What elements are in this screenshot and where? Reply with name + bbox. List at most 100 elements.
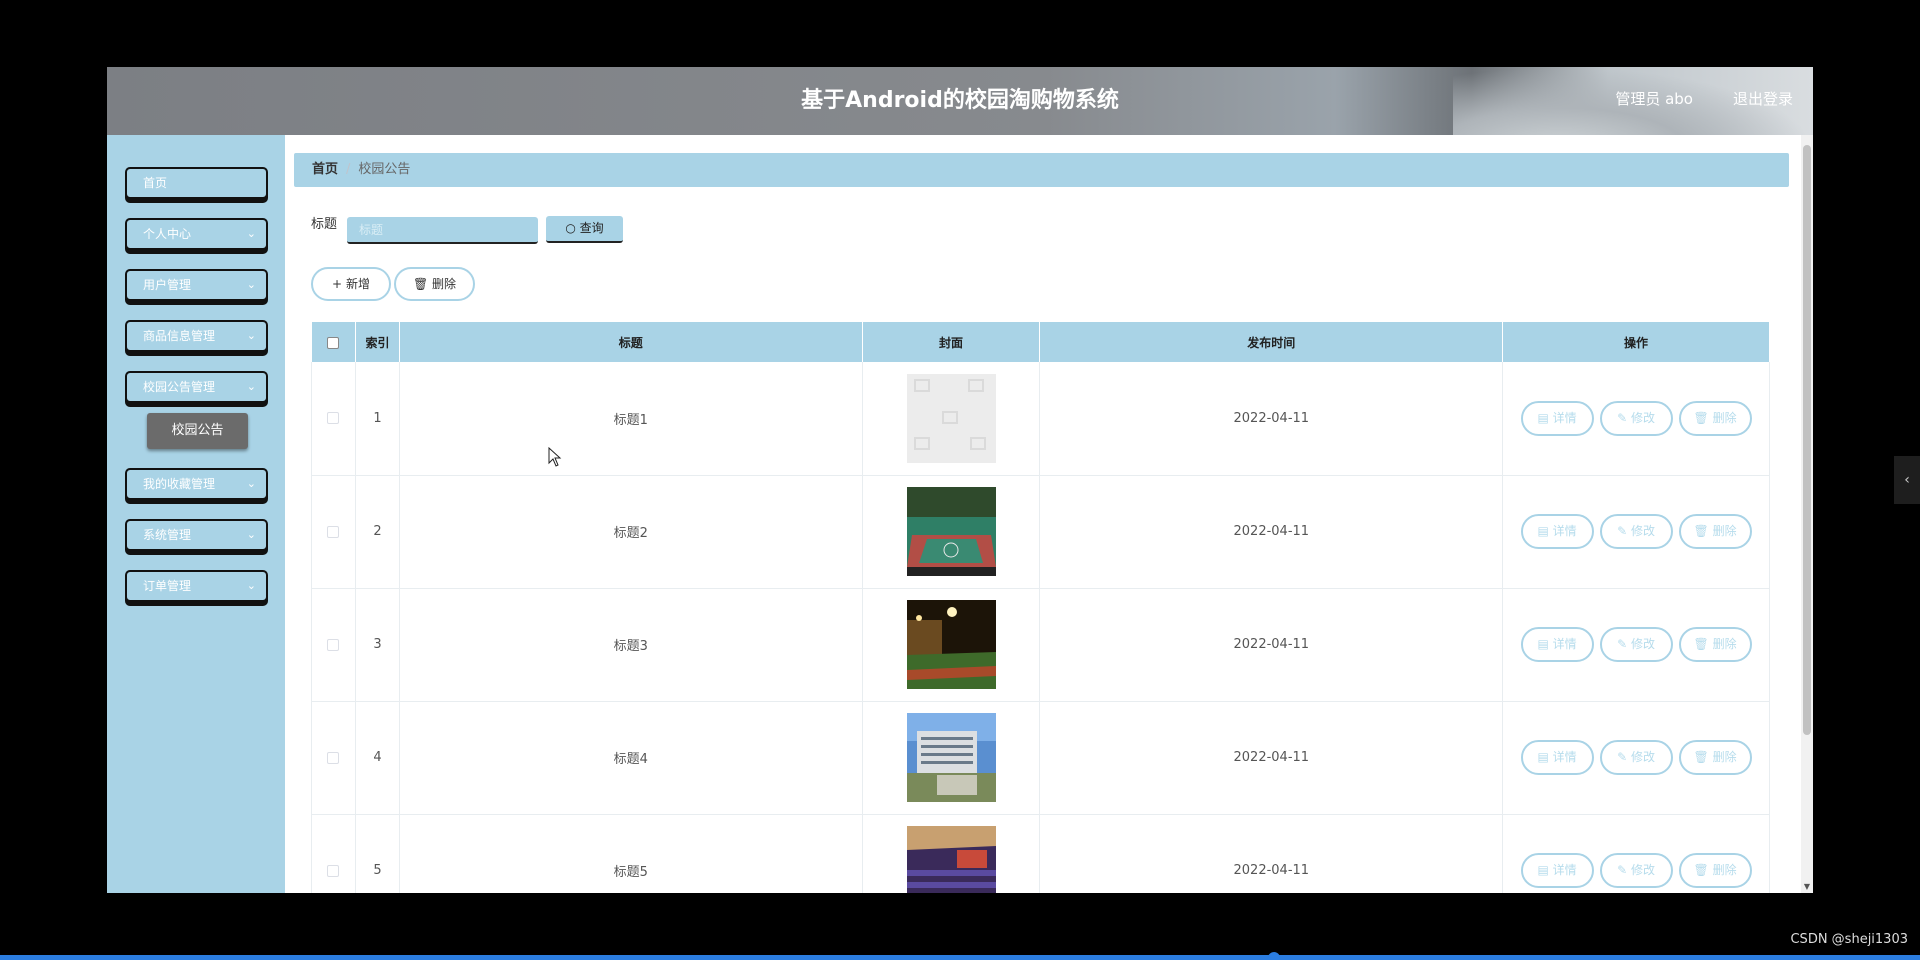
- row-publish-time: 2022-04-11: [1039, 701, 1504, 815]
- chevron-down-icon: ⌄: [246, 579, 256, 592]
- breadcrumb-home[interactable]: 首页: [312, 162, 338, 177]
- submenu-item-announcement[interactable]: 校园公告: [147, 413, 248, 449]
- scroll-down-arrow-icon[interactable]: ▼: [1801, 881, 1813, 893]
- row-checkbox[interactable]: [327, 638, 340, 651]
- scrollbar-thumb[interactable]: [1803, 145, 1811, 735]
- detail-button[interactable]: ▤ 详情: [1520, 400, 1594, 436]
- row-actions: ▤ 详情 ✎ 修改 🗑 删除: [1502, 814, 1770, 893]
- header: 基于Android的校园淘购物系统 管理员 abo 退出登录: [107, 67, 1813, 135]
- sidebar-item-favorites-management[interactable]: 我的收藏管理 ⌄: [125, 468, 268, 500]
- sidebar-item-announcement-management[interactable]: 校园公告管理 ⌄: [125, 371, 268, 403]
- sidebar-item-label: 我的收藏管理: [143, 477, 216, 491]
- breadcrumb-current: 校园公告: [358, 162, 411, 177]
- row-index: 3: [355, 588, 400, 702]
- delete-button[interactable]: 🗑 删除: [1678, 627, 1752, 662]
- edit-label: 修改: [1631, 410, 1656, 425]
- edit-button[interactable]: ✎ 修改: [1599, 853, 1673, 888]
- delete-button[interactable]: 🗑 删除: [1678, 400, 1752, 436]
- sidebar-item-personal-center[interactable]: 个人中心 ⌄: [125, 218, 268, 250]
- sidebar-item-home[interactable]: 首页: [125, 167, 268, 199]
- detail-button[interactable]: ▤ 详情: [1520, 740, 1594, 775]
- column-header-cover: 封面: [862, 322, 1041, 362]
- query-button[interactable]: ○ 查询: [546, 216, 623, 243]
- chevron-left-icon[interactable]: ‹: [1894, 456, 1920, 504]
- edit-button[interactable]: ✎ 修改: [1599, 514, 1673, 549]
- table-row: 5 标题5 2022-04-11 ▤ 详情 ✎ 修改 🗑 删除: [311, 814, 1770, 893]
- app-title: 基于Android的校园淘购物系统: [801, 88, 1119, 113]
- edit-icon: ✎: [1617, 750, 1628, 764]
- document-icon: ▤: [1537, 637, 1549, 651]
- sidebar-item-user-management[interactable]: 用户管理 ⌄: [125, 269, 268, 301]
- row-title: 标题3: [399, 588, 863, 702]
- edit-icon: ✎: [1617, 637, 1628, 651]
- row-publish-time: 2022-04-11: [1039, 588, 1504, 702]
- detail-button[interactable]: ▤ 详情: [1520, 514, 1594, 549]
- edit-button[interactable]: ✎ 修改: [1599, 400, 1673, 436]
- add-button[interactable]: + 新增: [311, 267, 391, 301]
- current-user: 管理员 abo: [1615, 90, 1693, 108]
- detail-label: 详情: [1552, 524, 1577, 538]
- edit-button[interactable]: ✎ 修改: [1599, 740, 1673, 775]
- row-checkbox[interactable]: [327, 525, 340, 538]
- row-index: 5: [355, 814, 400, 893]
- detail-button[interactable]: ▤ 详情: [1520, 853, 1594, 888]
- chevron-down-icon: ⌄: [246, 528, 256, 541]
- row-checkbox[interactable]: [327, 864, 340, 877]
- sidebar: 首页 个人中心 ⌄ 用户管理 ⌄ 商品信息管理 ⌄ 校园公告管理 ⌄ 校园公告 …: [107, 135, 285, 893]
- delete-button[interactable]: 🗑 删除: [1678, 740, 1752, 775]
- edit-label: 修改: [1631, 750, 1656, 764]
- sidebar-item-order-management[interactable]: 订单管理 ⌄: [125, 570, 268, 602]
- delete-label: 删除: [1712, 750, 1737, 764]
- watermark: CSDN @sheji1303: [1790, 932, 1908, 947]
- video-progress-bar[interactable]: [0, 955, 1920, 960]
- trash-icon: 🗑: [1693, 524, 1709, 538]
- delete-button[interactable]: 🗑 删除: [1678, 514, 1752, 549]
- delete-label: 删除: [1712, 410, 1737, 425]
- trash-icon: 🗑: [412, 277, 429, 291]
- edit-label: 修改: [1631, 863, 1656, 877]
- chevron-down-icon: ⌄: [246, 380, 256, 393]
- breadcrumb-separator: /: [346, 162, 351, 177]
- row-cover-cell: [862, 362, 1041, 476]
- row-checkbox[interactable]: [327, 751, 340, 764]
- search-input[interactable]: [347, 217, 538, 244]
- edit-icon: ✎: [1617, 863, 1628, 877]
- trash-icon: 🗑: [1693, 750, 1709, 764]
- trash-icon: 🗑: [1693, 637, 1709, 651]
- vertical-scrollbar[interactable]: ▼: [1801, 135, 1813, 893]
- delete-label: 删除: [1712, 524, 1737, 538]
- document-icon: ▤: [1537, 410, 1549, 425]
- batch-delete-button[interactable]: 🗑 删除: [394, 267, 475, 301]
- detail-label: 详情: [1552, 410, 1577, 425]
- sidebar-item-product-management[interactable]: 商品信息管理 ⌄: [125, 320, 268, 352]
- chevron-down-icon: ⌄: [246, 477, 256, 490]
- edit-label: 修改: [1631, 524, 1656, 538]
- sidebar-item-label: 系统管理: [143, 528, 192, 542]
- detail-label: 详情: [1552, 863, 1577, 877]
- chevron-down-icon: ⌄: [246, 329, 256, 342]
- row-title: 标题5: [399, 814, 863, 893]
- edit-icon: ✎: [1617, 524, 1628, 538]
- video-progress-knob[interactable]: [1268, 952, 1280, 960]
- row-checkbox[interactable]: [327, 412, 340, 425]
- table-row: 1 标题1 2022-04-11 ▤ 详情 ✎ 修改 🗑 删除: [311, 362, 1770, 476]
- detail-button[interactable]: ▤ 详情: [1520, 627, 1594, 662]
- row-cover-cell: [862, 701, 1041, 815]
- row-select-cell: [311, 362, 356, 476]
- row-actions: ▤ 详情 ✎ 修改 🗑 删除: [1502, 362, 1770, 476]
- delete-button[interactable]: 🗑 删除: [1678, 853, 1752, 888]
- edit-button[interactable]: ✎ 修改: [1599, 627, 1673, 662]
- delete-label: 删除: [1712, 863, 1737, 877]
- row-title: 标题2: [399, 475, 863, 589]
- row-index: 4: [355, 701, 400, 815]
- row-title: 标题1: [399, 362, 863, 476]
- video-watermark-logo-icon: [1406, 819, 1460, 877]
- row-select-cell: [311, 475, 356, 589]
- sidebar-item-system-management[interactable]: 系统管理 ⌄: [125, 519, 268, 551]
- mouse-cursor-icon: [548, 447, 562, 467]
- select-all-checkbox[interactable]: [327, 336, 340, 349]
- announcement-table: 索引 标题 封面 发布时间 操作 1 标题1 2022-04-11 ▤ 详情 ✎…: [311, 322, 1770, 893]
- row-title: 标题4: [399, 701, 863, 815]
- logout-link[interactable]: 退出登录: [1733, 67, 1793, 135]
- row-actions: ▤ 详情 ✎ 修改 🗑 删除: [1502, 475, 1770, 589]
